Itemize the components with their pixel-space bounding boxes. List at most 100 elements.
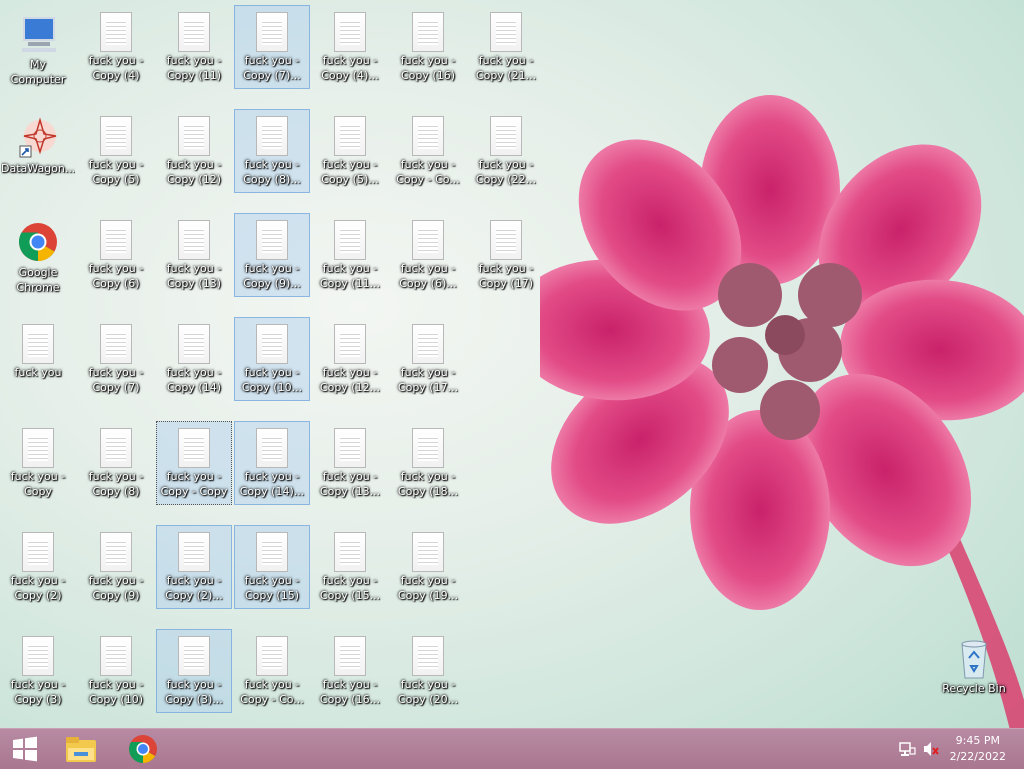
- chrome-taskbar-button[interactable]: [118, 729, 168, 769]
- desktop-file-icon-item[interactable]: fuck you - Copy (2): [0, 525, 76, 609]
- icon-label: fuck you - Copy (11): [166, 54, 222, 82]
- text-file-icon: [490, 116, 522, 156]
- text-file-icon: [178, 116, 210, 156]
- network-icon[interactable]: [898, 740, 916, 758]
- desktop-file-icon-item[interactable]: fuck you - Copy (22...: [468, 109, 544, 193]
- icon-label: fuck you - Copy (10...: [241, 366, 303, 394]
- icon-label: fuck you - Copy - Co...: [240, 678, 304, 706]
- icon-label: fuck you - Copy (5)...: [321, 158, 379, 186]
- desktop-file-icon-item[interactable]: fuck you - Copy (19...: [390, 525, 466, 609]
- icon-label: fuck you - Copy (17): [478, 262, 534, 290]
- desktop-file-icon-item[interactable]: fuck you - Copy (17...: [390, 317, 466, 401]
- desktop-file-icon-item[interactable]: fuck you - Copy (14): [156, 317, 232, 401]
- desktop-file-icon-item[interactable]: fuck you - Copy (5): [78, 109, 154, 193]
- desktop-file-icon-item[interactable]: fuck you - Copy (3)...: [156, 629, 232, 713]
- icon-label: fuck you - Copy (19...: [397, 574, 459, 602]
- volume-muted-icon[interactable]: [922, 740, 940, 758]
- desktop-file-icon-item[interactable]: fuck you - Copy (17): [468, 213, 544, 297]
- desktop-file-icon-item[interactable]: fuck you - Copy (9): [78, 525, 154, 609]
- icon-label: fuck you - Copy (14)...: [239, 470, 305, 498]
- text-file-icon: [178, 12, 210, 52]
- desktop-file-icon-item[interactable]: fuck you - Copy (6)...: [390, 213, 466, 297]
- taskbar: 9:45 PM 2/22/2022: [0, 728, 1024, 769]
- clock-time: 9:45 PM: [955, 734, 1000, 747]
- desktop-file-icon-item[interactable]: fuck you - Copy (11): [156, 5, 232, 89]
- desktop-file-icon-item[interactable]: fuck you - Copy (15): [234, 525, 310, 609]
- desktop-file-icon-item[interactable]: fuck you - Copy (14)...: [234, 421, 310, 505]
- desktop-file-icon-item[interactable]: fuck you - Copy (9)...: [234, 213, 310, 297]
- desktop-file-icon-item[interactable]: fuck you - Copy (16): [390, 5, 466, 89]
- desktop-file-icon-item[interactable]: fuck you - Copy - Co...: [234, 629, 310, 713]
- desktop-file-icon-item[interactable]: fuck you - Copy (10...: [234, 317, 310, 401]
- icon-label: fuck you - Copy (9): [88, 574, 144, 602]
- desktop-file-icon-item[interactable]: fuck you - Copy (21...: [468, 5, 544, 89]
- icon-label: fuck you - Copy (2)...: [165, 574, 223, 602]
- desktop-file-icon-item[interactable]: fuck you - Copy (3): [0, 629, 76, 713]
- text-file-icon: [100, 116, 132, 156]
- recycle-bin-icon: [961, 640, 987, 679]
- icon-label: fuck you - Copy: [10, 470, 66, 498]
- text-file-icon: [412, 532, 444, 572]
- desktop-file-icon-item[interactable]: fuck you - Copy (20...: [390, 629, 466, 713]
- desktop[interactable]: My Computer DataWagon... Google Chrome fuck…: [0, 0, 1024, 730]
- clock-date: 2/22/2022: [949, 750, 1006, 763]
- desktop-file-icon-item[interactable]: fuck you - Copy (18...: [390, 421, 466, 505]
- icon-label: fuck you - Copy (12...: [319, 366, 381, 394]
- icon-label: Google Chrome: [16, 266, 60, 294]
- desktop-file-icon-item[interactable]: fuck you: [0, 317, 76, 401]
- desktop-file-icon-item[interactable]: fuck you - Copy - Copy: [156, 421, 232, 505]
- icon-label: fuck you - Copy (21...: [475, 54, 537, 82]
- text-file-icon: [412, 324, 444, 364]
- desktop-file-icon-item[interactable]: fuck you - Copy (7): [78, 317, 154, 401]
- desktop-file-icon-item[interactable]: fuck you - Copy (8): [78, 421, 154, 505]
- text-file-icon: [490, 220, 522, 260]
- text-file-icon: [412, 220, 444, 260]
- desktop-recycle-item[interactable]: Recycle Bin: [936, 629, 1012, 713]
- desktop-file-icon-item[interactable]: fuck you - Copy (2)...: [156, 525, 232, 609]
- desktop-datawagon-item[interactable]: DataWagon...: [0, 109, 76, 193]
- desktop-file-icon-item[interactable]: fuck you - Copy: [0, 421, 76, 505]
- text-file-icon: [256, 532, 288, 572]
- icon-label: fuck you - Copy (7): [88, 366, 144, 394]
- text-file-icon: [334, 428, 366, 468]
- chrome-icon: [19, 223, 57, 261]
- icon-label: fuck you - Copy (13...: [319, 470, 381, 498]
- start-button[interactable]: [0, 729, 50, 769]
- text-file-icon: [22, 324, 54, 364]
- desktop-file-icon-item[interactable]: fuck you - Copy (11...: [312, 213, 388, 297]
- file-explorer-button[interactable]: [56, 729, 106, 769]
- text-file-icon: [490, 12, 522, 52]
- desktop-file-icon-item[interactable]: fuck you - Copy (4): [78, 5, 154, 89]
- desktop-file-icon-item[interactable]: fuck you - Copy (13...: [312, 421, 388, 505]
- text-file-icon: [256, 116, 288, 156]
- desktop-chrome-item[interactable]: Google Chrome: [0, 213, 76, 297]
- text-file-icon: [178, 220, 210, 260]
- icon-label: fuck you - Copy (14): [166, 366, 222, 394]
- clock[interactable]: 9:45 PM 2/22/2022: [950, 733, 1006, 765]
- desktop-file-icon-item[interactable]: fuck you - Copy (15...: [312, 525, 388, 609]
- desktop-file-icon-item[interactable]: fuck you - Copy (8)...: [234, 109, 310, 193]
- desktop-file-icon-item[interactable]: fuck you - Copy (16...: [312, 629, 388, 713]
- icon-label: fuck you - Copy (3): [10, 678, 66, 706]
- text-file-icon: [100, 220, 132, 260]
- desktop-file-icon-item[interactable]: fuck you - Copy (12): [156, 109, 232, 193]
- icon-label: fuck you - Copy (10): [88, 678, 144, 706]
- file-explorer-icon: [66, 737, 96, 762]
- icon-label: My Computer: [10, 58, 66, 86]
- desktop-file-icon-item[interactable]: fuck you - Copy (12...: [312, 317, 388, 401]
- desktop-file-icon-item[interactable]: fuck you - Copy (13): [156, 213, 232, 297]
- text-file-icon: [334, 636, 366, 676]
- desktop-file-icon-item[interactable]: fuck you - Copy (5)...: [312, 109, 388, 193]
- desktop-file-icon-item[interactable]: fuck you - Copy - Co...: [390, 109, 466, 193]
- text-file-icon: [178, 324, 210, 364]
- desktop-file-icon-item[interactable]: fuck you - Copy (6): [78, 213, 154, 297]
- desktop-computer-item[interactable]: My Computer: [0, 5, 76, 89]
- icon-label: fuck you - Copy (8): [88, 470, 144, 498]
- text-file-icon: [256, 636, 288, 676]
- desktop-file-icon-item[interactable]: fuck you - Copy (7)...: [234, 5, 310, 89]
- text-file-icon: [334, 220, 366, 260]
- icon-label: fuck you - Copy (5): [88, 158, 144, 186]
- text-file-icon: [256, 428, 288, 468]
- desktop-file-icon-item[interactable]: fuck you - Copy (4)...: [312, 5, 388, 89]
- desktop-file-icon-item[interactable]: fuck you - Copy (10): [78, 629, 154, 713]
